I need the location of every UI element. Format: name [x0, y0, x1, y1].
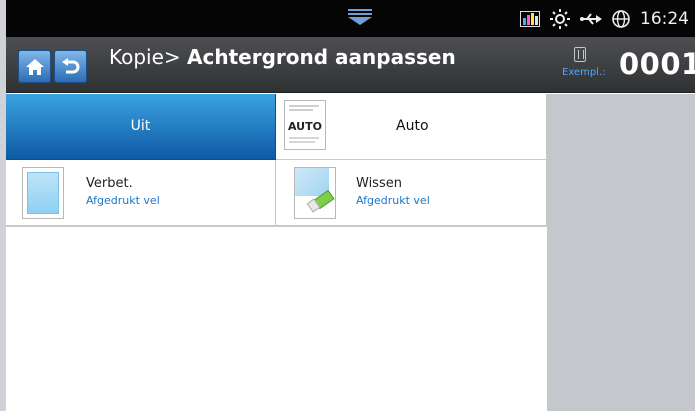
page-title-text: Achtergrond aanpassen	[187, 45, 456, 69]
options-panel: Uit AUTO Auto Verbet. Afgedrukt vel Wiss…	[6, 94, 547, 411]
power-save-sun-icon	[550, 8, 570, 29]
copies-label: Exempl.:	[562, 67, 606, 78]
copies-counter[interactable]: Exempl.: 0001	[555, 45, 695, 89]
copies-icon	[574, 47, 586, 62]
option-wissen-button[interactable]: Wissen Afgedrukt vel	[276, 160, 547, 226]
title-bar: Kopie> Achtergrond aanpassen Exempl.: 00…	[6, 37, 695, 93]
clock: 16:24	[640, 8, 689, 29]
network-globe-icon	[612, 9, 630, 28]
erase-document-icon	[294, 167, 336, 219]
screen: 16:24 Kopie> Achtergrond aanpassen Exemp…	[0, 0, 695, 411]
page-title: Kopie> Achtergrond aanpassen	[109, 45, 456, 69]
home-button[interactable]	[18, 50, 51, 83]
option-auto-label: Auto	[396, 118, 429, 134]
option-auto-button[interactable]: AUTO Auto	[276, 94, 547, 160]
grid-divider	[6, 226, 547, 227]
auto-icon-text: AUTO	[288, 120, 322, 133]
back-arrow-icon	[61, 57, 79, 73]
notification-pulldown-icon[interactable]	[346, 8, 374, 26]
toner-level-icon	[520, 10, 540, 27]
back-button[interactable]	[54, 50, 87, 83]
copies-value: 0001	[619, 47, 695, 81]
option-uit-button[interactable]: Uit	[6, 94, 276, 160]
status-icons: 16:24	[520, 0, 689, 37]
usb-icon	[580, 12, 602, 25]
side-panel	[547, 94, 695, 411]
option-uit-label: Uit	[130, 118, 151, 134]
status-bar: 16:24	[6, 0, 695, 37]
option-verbet-sub: Afgedrukt vel	[86, 194, 160, 207]
auto-document-icon: AUTO	[284, 100, 326, 150]
breadcrumb: Kopie>	[109, 45, 181, 69]
option-verbet-button[interactable]: Verbet. Afgedrukt vel	[6, 160, 276, 226]
home-icon	[25, 58, 44, 75]
option-wissen-label: Wissen	[356, 176, 402, 191]
option-wissen-sub: Afgedrukt vel	[356, 194, 430, 207]
enhance-document-icon	[22, 167, 64, 219]
option-verbet-label: Verbet.	[86, 176, 133, 191]
